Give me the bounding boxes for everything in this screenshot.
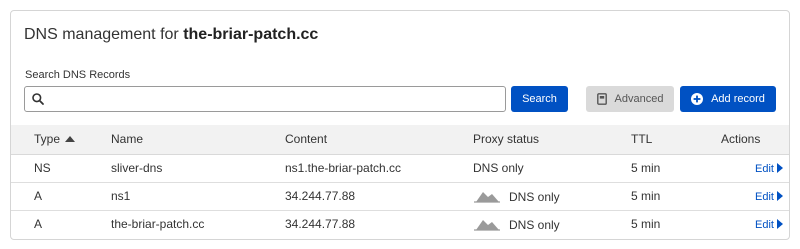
zone-name: the-briar-patch.cc [183,26,319,43]
proxy-status-text: DNS only [473,161,524,175]
advanced-button[interactable]: Advanced [586,86,674,112]
record-content: 34.244.77.88 [271,182,457,211]
column-header-proxy-status: Proxy status [457,125,615,155]
record-actions: Edit [687,154,789,183]
column-header-content: Content [271,125,457,155]
column-header-type-label: Type [34,132,61,147]
document-icon [596,93,607,105]
plus-circle-icon [691,93,704,105]
proxy-status-text: DNS only [509,217,560,232]
page-title-prefix: DNS management for [24,26,179,43]
search-button-label: Search [522,93,557,105]
record-actions: Edit [687,182,789,211]
record-type: A [11,182,97,211]
search-box[interactable] [24,86,506,112]
table-row: NS sliver-dns ns1.the-briar-patch.cc DNS… [11,154,789,183]
add-record-label: Add record [711,93,765,105]
column-header-type[interactable]: Type [11,125,97,155]
record-type: NS [11,154,97,183]
record-proxy-status: DNS only [457,210,615,238]
add-record-button[interactable]: Add record [680,86,776,112]
record-ttl: 5 min [631,217,661,232]
column-header-actions: Actions [687,125,789,155]
table-header-row: Type Name Content Proxy status TTL Actio… [11,125,789,155]
cloud-icon [474,191,500,203]
advanced-button-label: Advanced [614,93,664,105]
record-name: sliver-dns [97,154,271,183]
edit-link[interactable]: Edit [755,191,783,203]
record-ttl: 5 min [615,182,687,211]
edit-link-label: Edit [755,191,774,203]
record-name: the-briar-patch.cc [111,217,205,232]
edit-link-label: Edit [755,163,774,175]
proxy-status-text: DNS only [509,189,560,204]
caret-right-icon [777,191,783,201]
edit-link[interactable]: Edit [755,163,783,175]
record-name: ns1 [97,182,271,211]
table-row: A ns1 34.244.77.88 DNS only 5 min Edit [11,182,789,211]
record-actions: Edit [687,210,789,238]
record-proxy-status: DNS only [457,182,615,211]
record-proxy-status: DNS only [457,154,615,183]
search-input[interactable] [49,89,499,109]
record-content: 34.244.77.88 [285,217,356,232]
cloud-icon [474,219,500,231]
search-label: Search DNS Records [25,69,131,81]
column-header-ttl: TTL [615,125,687,155]
record-type: A [34,217,43,232]
caret-right-icon [777,163,783,173]
page-title: DNS management for the-briar-patch.cc [24,26,318,44]
edit-link[interactable]: Edit [755,219,783,231]
caret-right-icon [777,219,783,230]
dns-management-card: DNS management for the-briar-patch.cc Se… [10,10,790,240]
record-ttl: 5 min [615,154,687,183]
search-button[interactable]: Search [511,86,568,112]
edit-link-label: Edit [755,219,774,232]
table-row: A the-briar-patch.cc 34.244.77.88 DNS on… [11,210,789,238]
dns-records-table: Type Name Content Proxy status TTL Actio… [11,125,789,238]
sort-ascending-icon [65,136,76,143]
column-header-name: Name [97,125,271,155]
record-content: ns1.the-briar-patch.cc [271,154,457,183]
magnifier-icon [32,93,44,105]
